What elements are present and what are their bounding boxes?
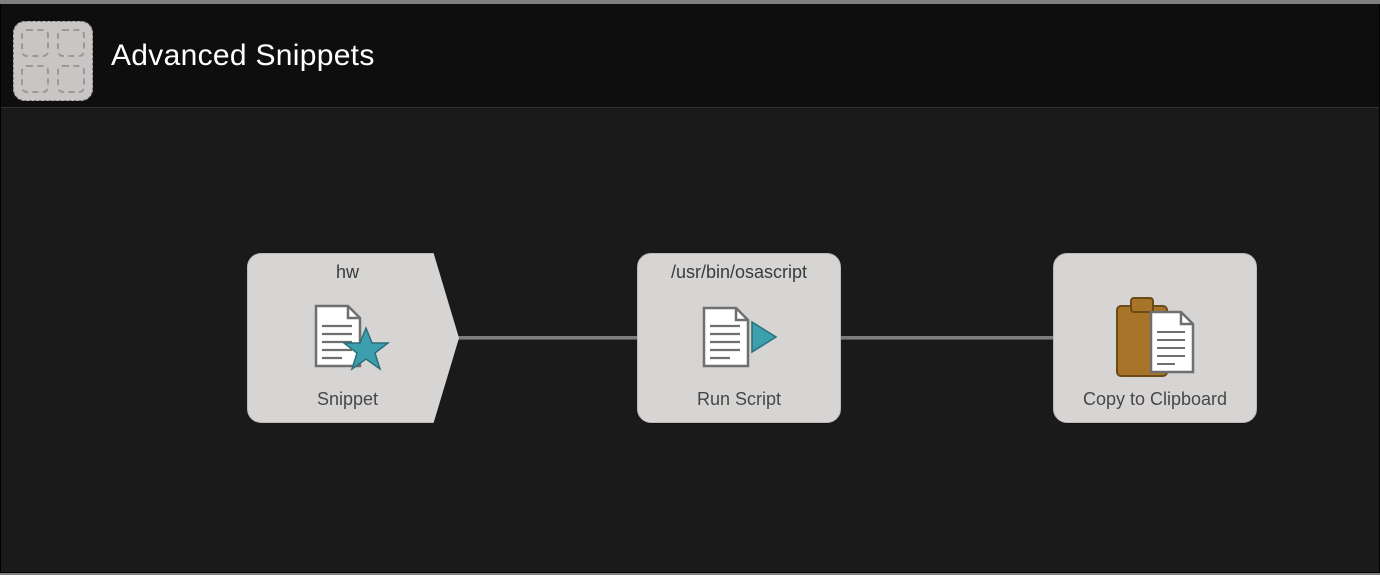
- snippet-icon: [306, 284, 390, 389]
- node-copy-clipboard[interactable]: Copy to Clipboard: [1053, 253, 1257, 423]
- placeholder-cell: [21, 29, 49, 57]
- workflow-canvas[interactable]: hw: [1, 108, 1379, 572]
- node-title: hw: [336, 262, 359, 284]
- node-run-script[interactable]: /usr/bin/osascript Run Scri: [637, 253, 841, 423]
- clipboard-icon: [1109, 284, 1201, 389]
- node-label: Copy to Clipboard: [1083, 389, 1227, 410]
- placeholder-cell: [21, 65, 49, 93]
- connector: [841, 336, 1053, 340]
- workflow-title: Advanced Snippets: [111, 39, 375, 73]
- node-label: Run Script: [697, 389, 781, 410]
- connector: [455, 336, 637, 340]
- placeholder-cell: [57, 65, 85, 93]
- workflow-icon[interactable]: [13, 21, 93, 101]
- workflow-editor: Advanced Snippets hw: [0, 4, 1380, 573]
- placeholder-cell: [57, 29, 85, 57]
- workflow-header: Advanced Snippets: [1, 4, 1379, 108]
- run-script-icon: [694, 284, 784, 389]
- node-snippet-trigger[interactable]: hw: [247, 253, 459, 423]
- node-label: Snippet: [317, 389, 378, 410]
- node-title: /usr/bin/osascript: [671, 262, 807, 284]
